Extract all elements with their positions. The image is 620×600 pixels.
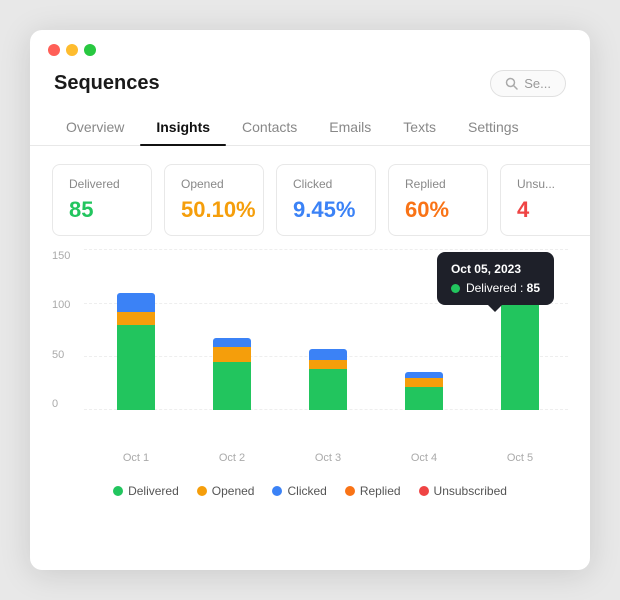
header: Sequences Se... [30, 66, 590, 109]
app-window: Sequences Se... Overview Insights Contac… [30, 30, 590, 570]
legend-item-2: Clicked [272, 484, 326, 498]
x-label-3: Oct 4 [411, 452, 437, 464]
bar-group-0 [117, 293, 155, 410]
legend-dot-1 [197, 486, 207, 496]
bar-segment-3-1 [405, 378, 443, 387]
metric-opened-label: Opened [181, 177, 247, 191]
chart-container: 0 50 100 150 Oct 05, 2023 Delivered : 85 [52, 250, 568, 450]
page-title: Sequences [54, 72, 160, 95]
legend-dot-2 [272, 486, 282, 496]
tab-settings[interactable]: Settings [452, 109, 535, 145]
x-label-1: Oct 2 [219, 452, 245, 464]
chart-legend: Delivered Opened Clicked Replied Unsubscribe… [30, 474, 590, 510]
bar-segment-0-0 [117, 325, 155, 410]
bars-area [88, 250, 568, 410]
legend-label-3: Replied [360, 484, 401, 498]
legend-label-1: Opened [212, 484, 255, 498]
bar-segment-0-1 [117, 312, 155, 325]
chart-area: 0 50 100 150 Oct 05, 2023 Delivered : 85 [30, 250, 590, 474]
tab-contacts[interactable]: Contacts [226, 109, 313, 145]
stacked-bar-1 [213, 338, 251, 410]
close-dot[interactable] [48, 44, 60, 56]
stacked-bar-2 [309, 349, 347, 410]
legend-label-2: Clicked [287, 484, 326, 498]
legend-item-3: Replied [345, 484, 401, 498]
y-label-150: 150 [52, 250, 80, 262]
tab-texts[interactable]: Texts [387, 109, 452, 145]
stacked-bar-0 [117, 293, 155, 410]
tab-insights[interactable]: Insights [140, 109, 226, 145]
metric-replied: Replied 60% [388, 164, 488, 236]
tab-overview[interactable]: Overview [50, 109, 140, 145]
y-label-0: 0 [52, 398, 80, 410]
bar-group-3 [405, 372, 443, 410]
metric-unsubscribed-value: 4 [517, 197, 583, 223]
x-label-2: Oct 3 [315, 452, 341, 464]
tabs-bar: Overview Insights Contacts Emails Texts … [30, 109, 590, 146]
title-bar [30, 30, 590, 66]
y-axis: 0 50 100 150 [52, 250, 80, 410]
search-placeholder: Se... [524, 76, 551, 91]
stacked-bar-4 [501, 293, 539, 410]
metric-delivered-label: Delivered [69, 177, 135, 191]
metric-clicked-label: Clicked [293, 177, 359, 191]
legend-item-1: Opened [197, 484, 255, 498]
tab-emails[interactable]: Emails [313, 109, 387, 145]
metric-replied-label: Replied [405, 177, 471, 191]
legend-label-4: Unsubscribed [434, 484, 507, 498]
bar-group-1 [213, 338, 251, 410]
maximize-dot[interactable] [84, 44, 96, 56]
bar-segment-1-1 [213, 347, 251, 362]
metric-opened-value: 50.10% [181, 197, 247, 223]
bar-segment-3-0 [405, 387, 443, 410]
bar-group-2 [309, 349, 347, 410]
metric-unsubscribed-label: Unsu... [517, 177, 583, 191]
legend-dot-4 [419, 486, 429, 496]
metrics-row: Delivered 85 Opened 50.10% Clicked 9.45%… [30, 146, 590, 250]
metric-clicked-value: 9.45% [293, 197, 359, 223]
metric-opened: Opened 50.10% [164, 164, 264, 236]
bar-segment-2-2 [309, 349, 347, 360]
legend-dot-3 [345, 486, 355, 496]
minimize-dot[interactable] [66, 44, 78, 56]
metric-unsubscribed: Unsu... 4 [500, 164, 590, 236]
legend-item-0: Delivered [113, 484, 179, 498]
x-axis: Oct 1 Oct 2 Oct 3 Oct 4 Oct 5 [52, 452, 568, 464]
y-label-50: 50 [52, 349, 80, 361]
legend-item-4: Unsubscribed [419, 484, 507, 498]
legend-dot-0 [113, 486, 123, 496]
search-box[interactable]: Se... [490, 70, 566, 97]
metric-delivered: Delivered 85 [52, 164, 152, 236]
x-label-4: Oct 5 [507, 452, 533, 464]
legend-label-0: Delivered [128, 484, 179, 498]
bar-segment-1-2 [213, 338, 251, 347]
bar-segment-4-0 [501, 293, 539, 410]
bar-segment-2-1 [309, 360, 347, 369]
search-icon [505, 77, 518, 90]
y-label-100: 100 [52, 299, 80, 311]
bar-segment-1-0 [213, 362, 251, 410]
bar-segment-0-2 [117, 293, 155, 312]
stacked-bar-3 [405, 372, 443, 410]
bar-segment-2-0 [309, 369, 347, 410]
metric-replied-value: 60% [405, 197, 471, 223]
x-label-0: Oct 1 [123, 452, 149, 464]
metric-delivered-value: 85 [69, 197, 135, 223]
bar-group-4 [501, 293, 539, 410]
metric-clicked: Clicked 9.45% [276, 164, 376, 236]
